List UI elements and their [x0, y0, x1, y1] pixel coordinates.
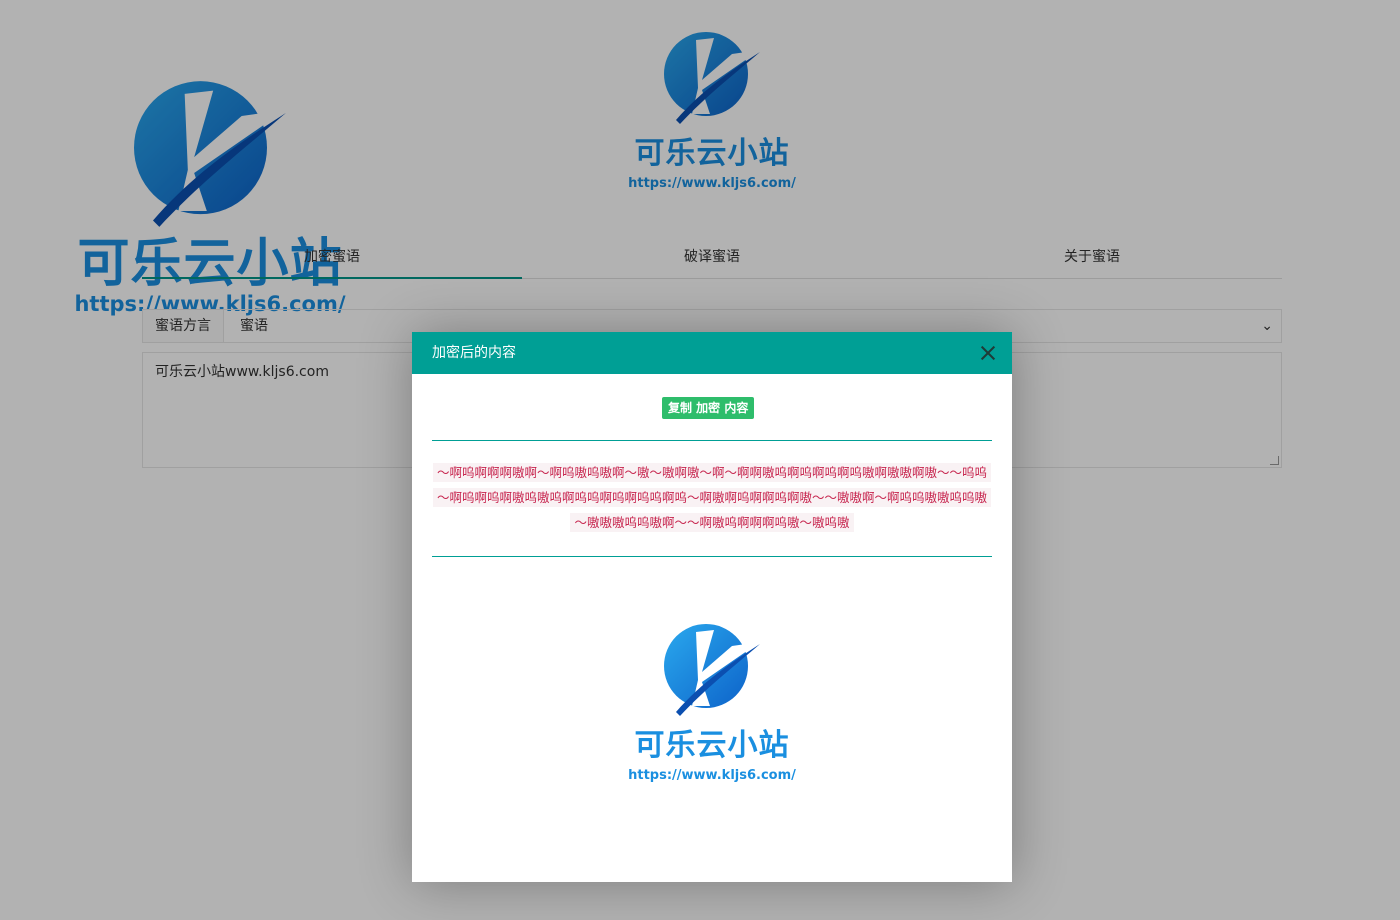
divider-top [432, 440, 992, 441]
close-icon[interactable] [980, 345, 996, 361]
dialog-logo: 可乐云小站 https://www.kljs6.com/ [612, 622, 812, 783]
divider-bottom [432, 556, 992, 557]
result-dialog: 加密后的内容 复制 加密 内容 ～啊呜啊啊啊嗷啊～啊呜嗷呜嗷啊～嗷～嗷啊嗷～啊～… [412, 332, 1012, 882]
copy-encrypted-button[interactable]: 复制 加密 内容 [662, 397, 755, 419]
dialog-logo-url-text: https://www.kljs6.com/ [628, 768, 796, 783]
dialog-title: 加密后的内容 [432, 345, 516, 361]
logo-emblem-icon [664, 624, 760, 716]
encrypted-output: ～啊呜啊啊啊嗷啊～啊呜嗷呜嗷啊～嗷～嗷啊嗷～啊～啊啊嗷呜啊呜啊呜啊呜嗷啊嗷嗷啊嗷… [432, 460, 992, 535]
dialog-header: 加密后的内容 [412, 332, 1012, 374]
encrypted-text: ～啊呜啊啊啊嗷啊～啊呜嗷呜嗷啊～嗷～嗷啊嗷～啊～啊啊嗷呜啊呜啊呜啊呜嗷啊嗷嗷啊嗷… [432, 463, 991, 532]
dialog-logo-brand-text: 可乐云小站 [634, 728, 790, 763]
